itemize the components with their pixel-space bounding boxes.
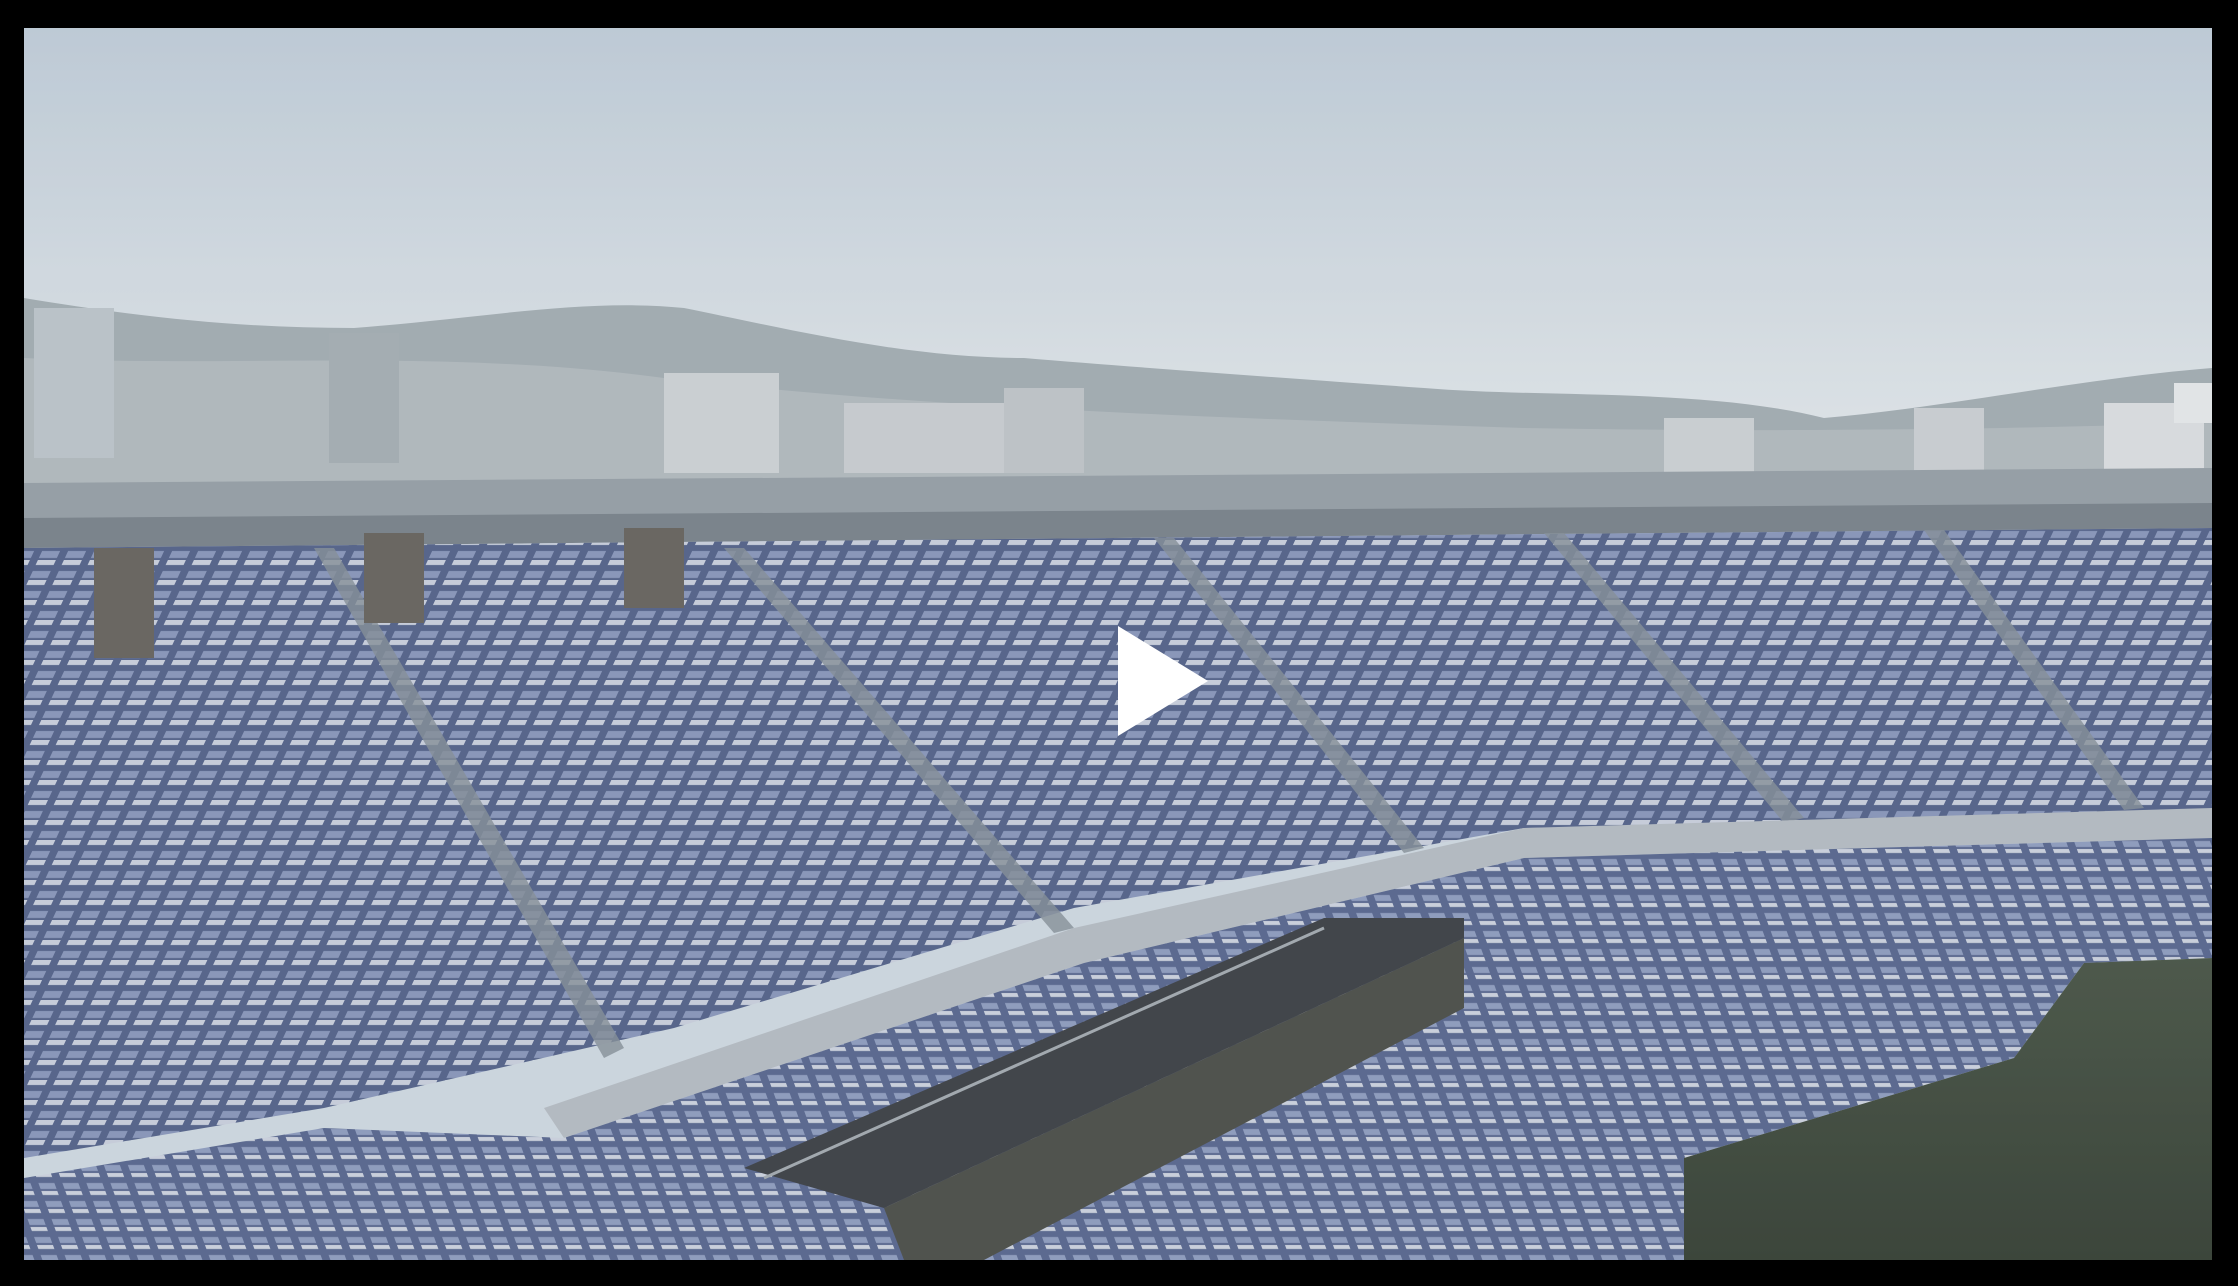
- video-frame[interactable]: [24, 28, 2212, 1260]
- video-player[interactable]: [0, 0, 2238, 1286]
- play-icon: [1118, 626, 1208, 736]
- play-button[interactable]: [1118, 626, 1208, 736]
